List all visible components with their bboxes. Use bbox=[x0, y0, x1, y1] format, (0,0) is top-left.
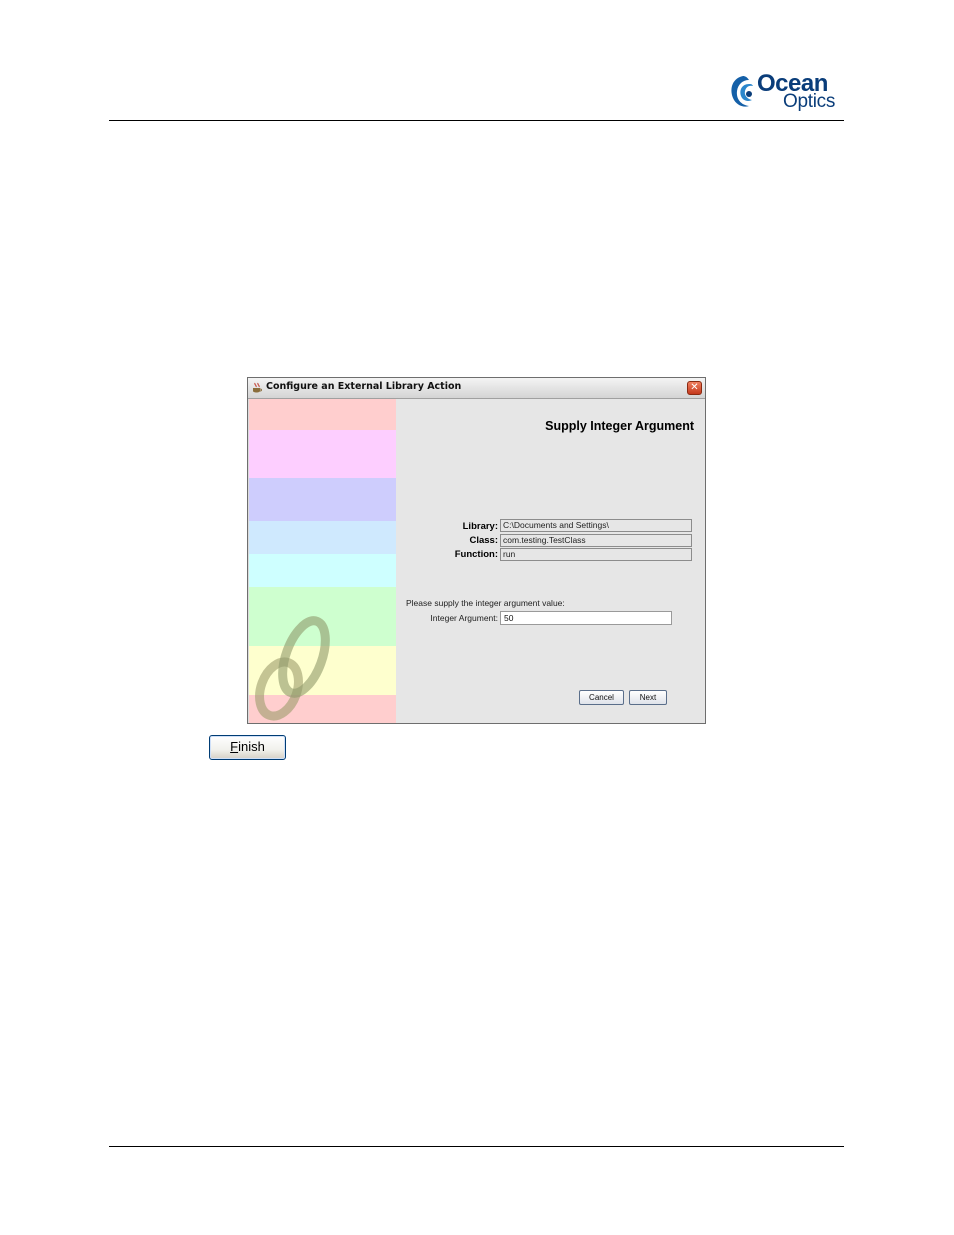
integer-argument-label: Integer Argument: bbox=[430, 613, 498, 623]
java-cup-icon bbox=[253, 382, 262, 393]
dialog-title: Configure an External Library Action bbox=[266, 381, 462, 392]
function-field[interactable]: run bbox=[500, 548, 692, 561]
header-rule bbox=[109, 120, 844, 121]
library-label: Library: bbox=[462, 521, 498, 532]
library-field[interactable]: C:\Documents and Settings\ bbox=[500, 519, 692, 532]
argument-prompt: Please supply the integer argument value… bbox=[406, 598, 565, 608]
function-label: Function: bbox=[454, 549, 498, 560]
configure-library-action-dialog: Configure an External Library Action ✕ S… bbox=[247, 377, 706, 724]
next-button[interactable]: Next bbox=[629, 690, 667, 705]
ocean-optics-watermark-icon bbox=[255, 616, 330, 721]
close-icon: ✕ bbox=[690, 382, 699, 393]
finish-button[interactable]: Finish bbox=[209, 735, 286, 760]
ocean-optics-logo: Ocean Optics bbox=[727, 70, 845, 118]
finish-label: inish bbox=[238, 739, 265, 754]
wizard-side-graphic bbox=[249, 399, 396, 723]
close-button[interactable]: ✕ bbox=[687, 381, 702, 395]
ocean-optics-swirl-icon bbox=[731, 76, 753, 107]
wizard-content-panel: Supply Integer Argument Library: C:\Docu… bbox=[396, 399, 705, 723]
class-field[interactable]: com.testing.TestClass bbox=[500, 534, 692, 547]
logo-optics-text: Optics bbox=[783, 91, 836, 112]
step-heading: Supply Integer Argument bbox=[545, 419, 694, 433]
footer-rule bbox=[109, 1146, 844, 1147]
class-label: Class: bbox=[469, 535, 498, 546]
dialog-titlebar[interactable]: Configure an External Library Action ✕ bbox=[248, 378, 705, 399]
finish-mnemonic: F bbox=[230, 739, 239, 754]
integer-argument-input[interactable] bbox=[500, 611, 672, 625]
cancel-button[interactable]: Cancel bbox=[579, 690, 624, 705]
